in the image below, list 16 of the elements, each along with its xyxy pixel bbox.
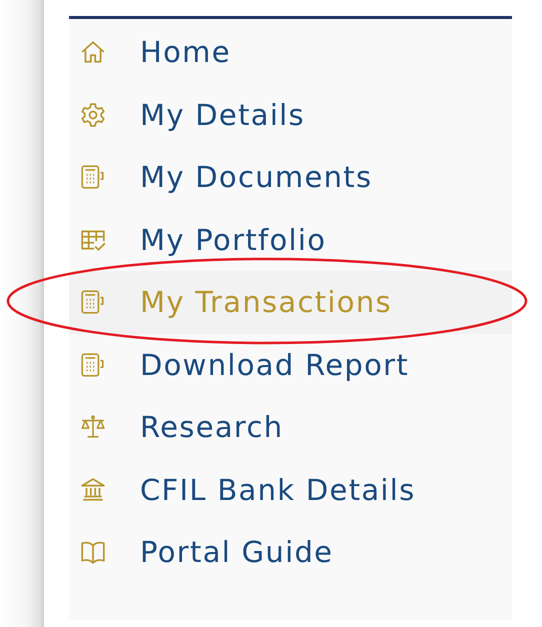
calculator-icon — [80, 352, 106, 378]
scales-icon — [80, 414, 106, 440]
menu-item[interactable]: CFIL Bank Details — [69, 458, 512, 521]
bank-icon — [80, 476, 106, 503]
calculator-icon — [80, 289, 106, 316]
menu-item[interactable]: Research — [69, 396, 512, 458]
calculator-icon — [80, 164, 106, 190]
book-icon — [80, 539, 106, 566]
home-icon — [80, 39, 106, 66]
menu-item[interactable]: Download Report — [69, 334, 512, 396]
menu-item[interactable]: My Documents — [69, 146, 512, 208]
menu-item[interactable]: My Details — [69, 84, 512, 146]
menu-item[interactable]: Home — [69, 21, 512, 84]
menu-item[interactable]: Portal Guide — [69, 521, 512, 584]
gear-icon — [80, 102, 106, 128]
menu-item[interactable]: My Portfolio — [69, 208, 512, 271]
